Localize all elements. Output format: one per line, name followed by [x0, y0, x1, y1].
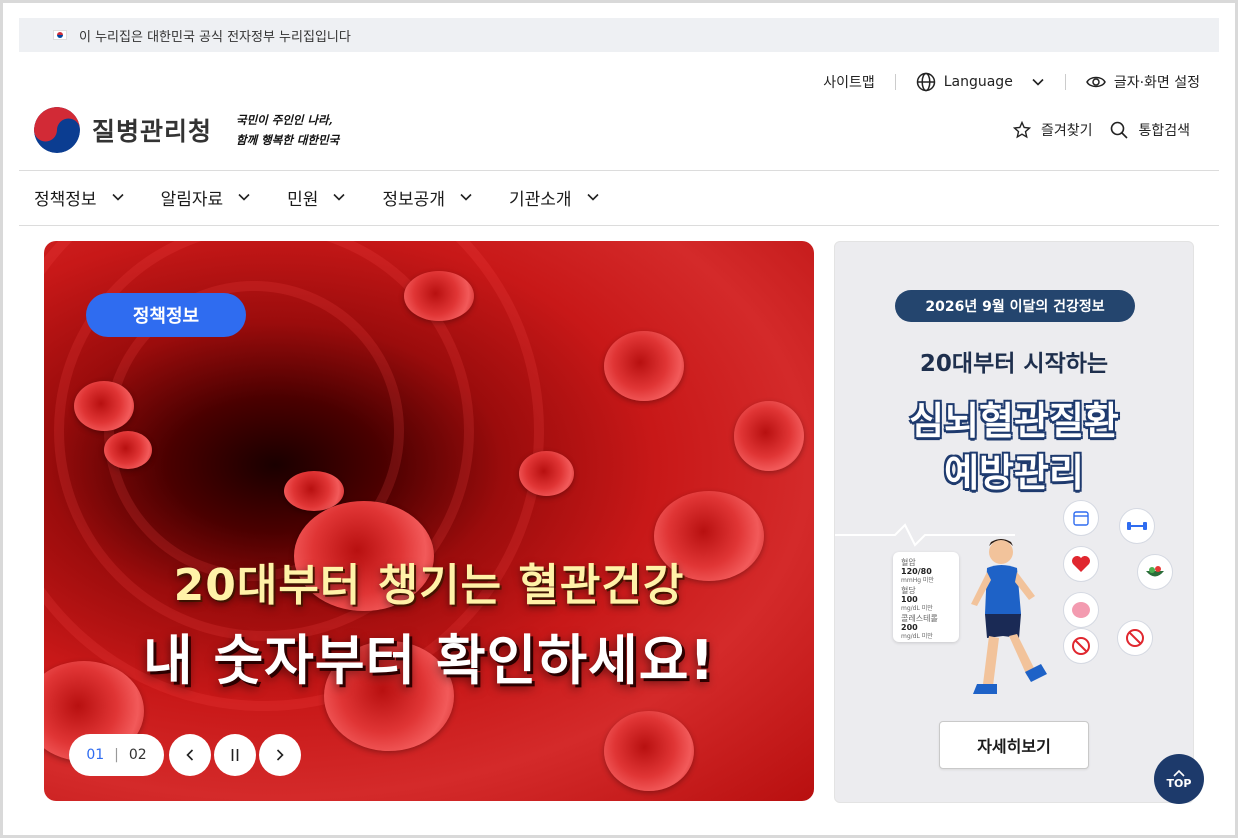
blood-cell-image — [74, 381, 134, 431]
globe-icon — [916, 72, 935, 92]
stat-label: 혈당 — [901, 586, 916, 595]
runner-illustration — [971, 539, 1047, 694]
nav-item-civil-petition[interactable]: 민원 — [287, 182, 346, 212]
nav-item-about[interactable]: 기관소개 — [509, 182, 600, 212]
nav-label: 민원 — [287, 189, 319, 210]
blood-cell-image — [604, 331, 684, 401]
nav-label: 기관소개 — [508, 189, 572, 210]
stat-value: 100 — [901, 595, 918, 604]
divider — [1064, 74, 1066, 90]
slogan-line-1: 국민이 주인인 나라, — [236, 113, 333, 127]
brain-icon — [1063, 592, 1099, 628]
star-icon — [1012, 121, 1031, 139]
display-settings-label: 글자·화면 설정 — [1113, 75, 1200, 91]
search-icon — [1111, 121, 1129, 139]
chevron-left-icon — [186, 749, 194, 761]
total-slides: 02 — [128, 747, 147, 763]
chevron-down-icon — [333, 193, 345, 201]
sitemap-label: 사이트맵 — [823, 75, 875, 91]
dumbbell-icon — [1119, 508, 1155, 544]
sitemap-link[interactable]: 사이트맵 — [823, 72, 875, 92]
korea-flag-icon — [53, 30, 67, 40]
slogan-line-2: 함께 행복한 대한민국 — [236, 133, 340, 147]
calendar-icon — [1063, 500, 1099, 536]
hero-slide[interactable]: 정책정보 20대부터 챙기는 혈관건강 내 숫자부터 확인하세요! 01 | 0… — [44, 241, 814, 801]
search-label: 통합검색 — [1138, 123, 1190, 139]
stat-unit: mmHg 미만 — [901, 577, 934, 584]
pause-slide-button[interactable] — [214, 734, 256, 776]
nav-item-policy[interactable]: 정책정보 — [34, 182, 125, 212]
nav-item-disclosure[interactable]: 정보공개 — [382, 182, 473, 212]
health-stats-card: 혈압 120/80 mmHg 미만 혈당 100 mg/dL 미만 콜레스테롤 … — [893, 552, 959, 642]
integrated-search-button[interactable]: 통합검색 — [1110, 120, 1190, 140]
main-nav: 정책정보 알림자료 민원 정보공개 기관소개 — [34, 182, 636, 212]
nav-label: 정책정보 — [34, 189, 97, 210]
gov-official-banner: 이 누리집은 대한민국 공식 전자정부 누리집입니다 — [19, 18, 1219, 52]
nav-divider-top — [19, 170, 1219, 171]
favorites-button[interactable]: 즐겨찾기 — [1012, 120, 1093, 140]
blood-cell-image — [104, 431, 152, 469]
blood-cell-image — [519, 451, 574, 496]
chevron-up-icon — [1173, 769, 1185, 777]
nav-divider-bottom — [19, 225, 1219, 226]
counter-divider: | — [114, 747, 119, 763]
government-slogan: 국민이 주인인 나라, 함께 행복한 대한민국 — [236, 110, 339, 150]
stat-unit: mg/dL 미만 — [901, 633, 933, 640]
monthly-info-pill: 2026년 9월 이달의 건강정보 — [895, 290, 1135, 322]
favorites-label: 즐겨찾기 — [1040, 123, 1093, 139]
header-actions: 즐겨찾기 통합검색 — [1012, 120, 1190, 140]
nav-label: 정보공개 — [382, 189, 445, 210]
taegeuk-emblem-icon — [34, 107, 80, 153]
no-smoking-icon — [1117, 620, 1153, 656]
blood-cell-image — [734, 401, 804, 471]
chevron-down-icon — [1032, 78, 1044, 86]
prev-slide-button[interactable] — [169, 734, 211, 776]
top-label: TOP — [1166, 776, 1192, 790]
next-slide-button[interactable] — [259, 734, 301, 776]
stat-unit: mg/dL 미만 — [901, 605, 933, 612]
pause-icon — [231, 749, 239, 761]
scroll-to-top-button[interactable]: TOP — [1154, 754, 1204, 804]
chevron-down-icon — [586, 193, 599, 201]
heart-icon — [1063, 546, 1099, 582]
nav-label: 알림자료 — [160, 189, 224, 210]
stat-cholesterol: 콜레스테롤 200 mg/dL 미만 — [901, 614, 938, 641]
monthly-health-info-banner[interactable]: 2026년 9월 이달의 건강정보 20대부터 시작하는 심뇌혈관질환 예방관리… — [834, 241, 1194, 803]
chevron-down-icon — [238, 193, 250, 201]
chevron-down-icon — [460, 193, 472, 201]
nav-item-notices[interactable]: 알림자료 — [161, 182, 252, 212]
language-selector[interactable]: Language — [916, 72, 1045, 92]
eye-settings-icon — [1085, 76, 1106, 88]
blood-cell-image — [404, 271, 474, 321]
hero-headline-2: 내 숫자부터 확인하세요! — [142, 629, 716, 692]
gov-banner-text: 이 누리집은 대한민국 공식 전자정부 누리집입니다 — [79, 29, 351, 45]
chevron-down-icon — [111, 193, 124, 201]
logo-text: 질병관리청 — [92, 117, 213, 146]
side-subtitle: 20대부터 시작하는 — [919, 351, 1109, 377]
chevron-right-icon — [276, 749, 284, 761]
current-slide: 01 — [86, 747, 105, 763]
display-settings-button[interactable]: 글자·화면 설정 — [1085, 72, 1200, 92]
stat-value: 120/80 — [901, 567, 932, 576]
stat-label: 혈압 — [901, 558, 916, 567]
hero-category-badge: 정책정보 — [86, 293, 246, 337]
salad-icon — [1137, 554, 1173, 590]
view-details-button[interactable]: 자세히보기 — [939, 721, 1089, 769]
language-label: Language — [943, 74, 1013, 90]
divider — [894, 74, 896, 90]
blood-cell-image — [604, 711, 694, 791]
hero-headline-1: 20대부터 챙기는 혈관건강 — [173, 560, 685, 611]
stat-blood-pressure: 혈압 120/80 mmHg 미만 — [901, 558, 934, 585]
stat-value: 200 — [901, 623, 918, 632]
slide-counter: 01 | 02 — [69, 734, 164, 776]
stat-blood-sugar: 혈당 100 mg/dL 미만 — [901, 586, 933, 613]
utility-links: 사이트맵 Language 글자·화면 설정 — [823, 70, 1200, 94]
no-alcohol-icon — [1063, 628, 1099, 664]
side-title-line-2: 예방관리 — [944, 451, 1084, 495]
kdca-logo[interactable]: 질병관리청 — [34, 107, 212, 153]
stat-label: 콜레스테롤 — [901, 614, 938, 623]
side-title-line-1: 심뇌혈관질환 — [909, 399, 1119, 443]
